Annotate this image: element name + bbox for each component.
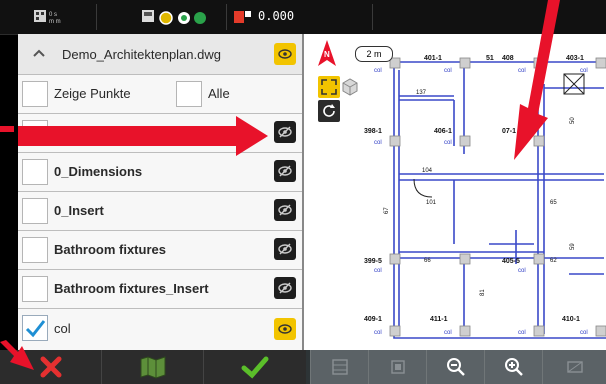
arrow-left-edge [0, 126, 14, 132]
annotation-arrows [0, 0, 560, 370]
arrow-bottom-left [0, 340, 34, 370]
arrow-map [514, 0, 560, 160]
